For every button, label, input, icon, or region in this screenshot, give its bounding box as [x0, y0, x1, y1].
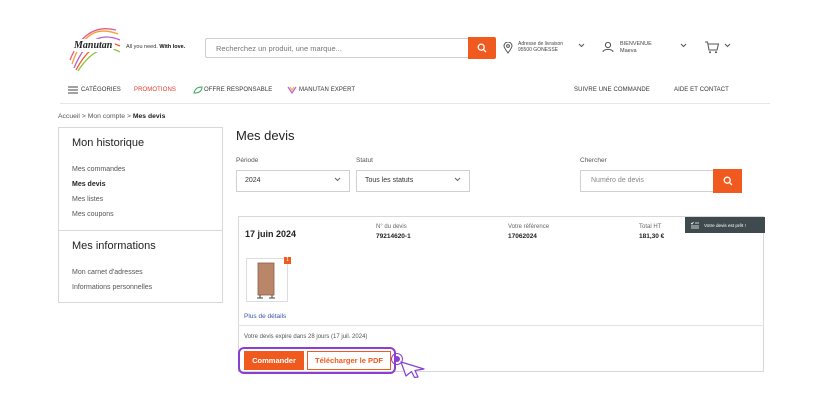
page-title: Mes devis [236, 128, 295, 143]
sidebar-informations-title: Mes informations [72, 240, 156, 252]
expert-icon [287, 86, 297, 94]
sidebar-item-devis[interactable]: Mes devis [72, 181, 105, 188]
chevron-down-icon[interactable] [680, 43, 687, 48]
sidebar-item-carnet[interactable]: Mon carnet d'adresses [72, 269, 143, 276]
product-thumbnail[interactable] [246, 258, 288, 302]
details-link[interactable]: Plus de détails [244, 313, 286, 320]
slogan: All you need. With love. [126, 44, 186, 50]
user-name: Maeva [620, 47, 637, 54]
quote-total-label: Total HT [639, 224, 662, 230]
card-divider [238, 325, 764, 326]
periode-select[interactable]: 2024 [236, 170, 350, 192]
chevron-down-icon [454, 177, 461, 182]
sidebar-historique-title: Mon historique [72, 137, 145, 149]
sidebar-divider [58, 230, 223, 231]
periode-value: 2024 [245, 177, 261, 184]
user-account[interactable]: BIENVENUE Maeva [620, 41, 652, 54]
logo-wordmark: Manutan [71, 39, 116, 52]
chevron-down-icon[interactable] [724, 43, 731, 48]
quote-number-label: N° du devis [376, 224, 407, 230]
breadcrumb-separator: > [81, 113, 86, 120]
room-divider-image [257, 262, 275, 299]
nav-promotions[interactable]: PROMOTIONS [134, 87, 176, 93]
nav-manutan-expert[interactable]: MANUTAN EXPERT [299, 87, 355, 93]
chercher-label: Chercher [580, 157, 607, 164]
quote-total-value: 181,30 € [639, 233, 665, 240]
search-icon [477, 43, 487, 53]
quote-search-button[interactable] [713, 169, 742, 193]
nav-aide-contact[interactable]: AIDE ET CONTACT [674, 87, 729, 93]
periode-label: Période [236, 157, 259, 164]
quote-number-value: 79214620-1 [376, 233, 411, 240]
delivery-address[interactable]: Adresse de livraison 95500 GONESSE [518, 41, 563, 53]
nav-offre-responsable[interactable]: OFFRE RESPONSABLE [204, 87, 272, 93]
sidebar-item-commandes[interactable]: Mes commandes [72, 166, 125, 173]
nav-suivre-commande[interactable]: SUIVRE UNE COMMANDE [574, 87, 650, 93]
commander-button[interactable]: Commander [244, 351, 304, 370]
telecharger-pdf-button[interactable]: Télécharger le PDF [307, 351, 391, 370]
chevron-down-icon [334, 177, 341, 182]
breadcrumb-separator: > [126, 113, 131, 120]
pointer-cursor-icon [391, 353, 425, 378]
search-icon [723, 176, 732, 186]
sidebar-item-coupons[interactable]: Mes coupons [72, 211, 114, 218]
quote-reference-value: 17062024 [508, 233, 537, 240]
menu-icon[interactable] [68, 86, 78, 94]
statut-select[interactable]: Tous les statuts [356, 170, 470, 192]
breadcrumb-current: Mes devis [132, 113, 166, 120]
sidebar-item-infos-perso[interactable]: Informations personnelles [72, 284, 152, 291]
breadcrumb: Accueil > Mon compte > Mes devis [58, 113, 165, 120]
statut-label: Statut [356, 157, 373, 164]
location-pin-icon [503, 42, 513, 54]
nav-categories[interactable]: CATÉGORIES [81, 87, 121, 93]
search-input[interactable]: Recherchez un produit, une marque... [205, 38, 469, 58]
product-quantity-badge: 1 [284, 257, 291, 264]
cart-icon[interactable] [704, 40, 720, 54]
search-button[interactable] [468, 37, 496, 59]
breadcrumb-home[interactable]: Accueil [58, 113, 80, 120]
sidebar-item-listes[interactable]: Mes listes [72, 196, 103, 203]
delivery-value: 95500 GONESSE [518, 47, 559, 53]
breadcrumb-account[interactable]: Mon compte [88, 113, 125, 120]
list-check-icon [690, 221, 699, 229]
eco-leaf-icon [193, 86, 203, 94]
nav-divider [60, 103, 770, 104]
quote-ready-tooltip: Votre devis est prêt ! [685, 217, 765, 233]
quote-search-input[interactable]: Numéro de devis [580, 170, 714, 192]
user-icon[interactable] [602, 41, 614, 53]
tooltip-text: Votre devis est prêt ! [704, 222, 746, 228]
chevron-down-icon[interactable] [578, 43, 585, 48]
quote-date: 17 juin 2024 [245, 229, 297, 239]
user-greeting: BIENVENUE [620, 41, 652, 47]
statut-value: Tous les statuts [365, 177, 414, 184]
quote-reference-label: Votre référence [508, 224, 550, 230]
quote-expiry: Votre devis expire dans 28 jours (17 jui… [244, 334, 368, 340]
